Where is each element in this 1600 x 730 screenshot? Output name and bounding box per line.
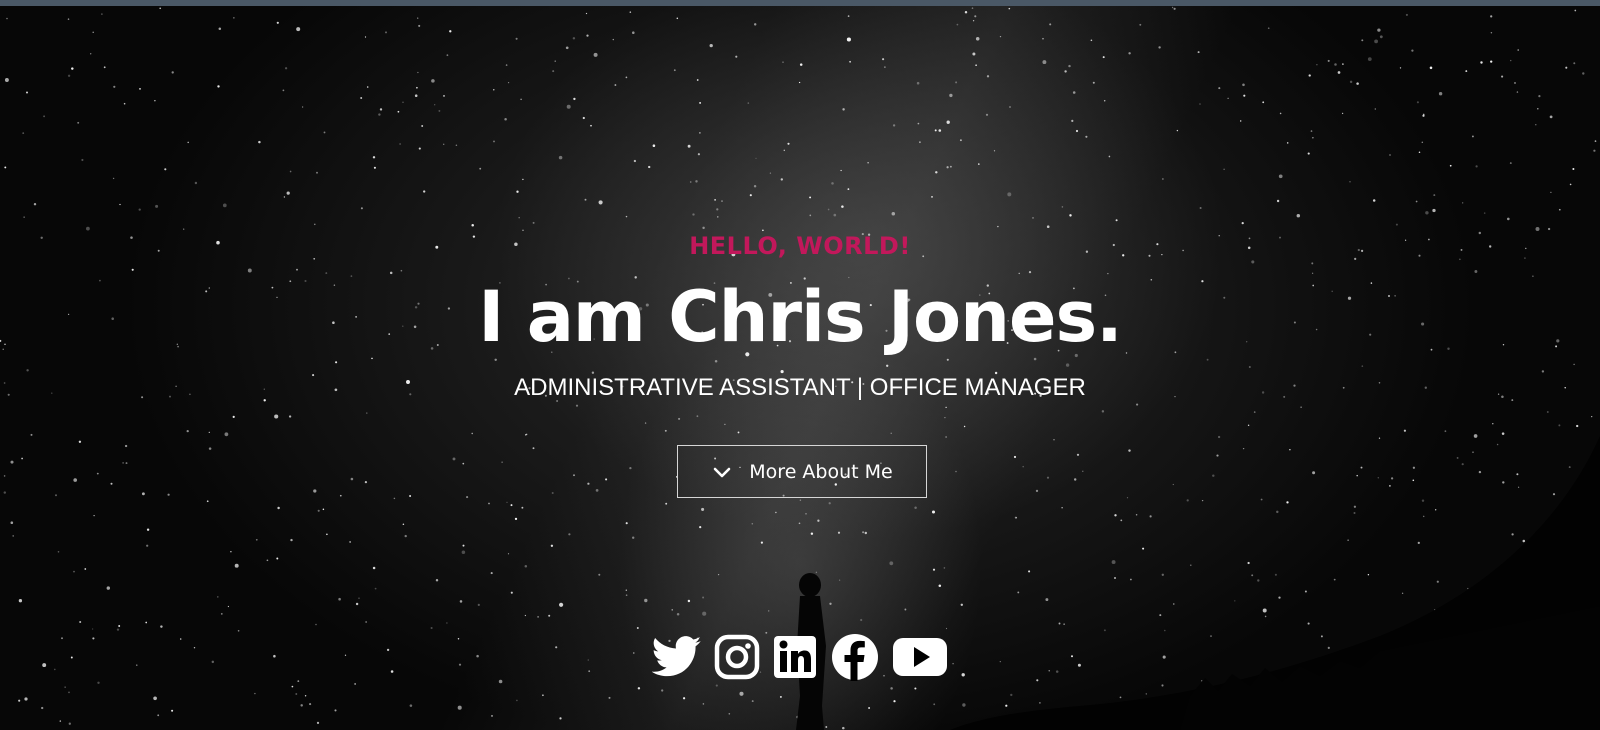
greeting-text: HELLO, WORLD! bbox=[689, 232, 911, 260]
hero-title: I am Chris Jones. bbox=[478, 276, 1122, 358]
more-about-me-label: More About Me bbox=[749, 460, 893, 483]
more-about-me-button[interactable]: More About Me bbox=[677, 445, 927, 498]
hero-section: HELLO, WORLD! I am Chris Jones. ADMINIST… bbox=[0, 6, 1600, 730]
youtube-icon[interactable] bbox=[892, 636, 948, 678]
linkedin-icon[interactable] bbox=[772, 634, 818, 680]
hero-subtitle: ADMINISTRATIVE ASSISTANT | OFFICE MANAGE… bbox=[514, 374, 1086, 401]
hero-content: HELLO, WORLD! I am Chris Jones. ADMINIST… bbox=[0, 6, 1600, 730]
instagram-icon[interactable] bbox=[714, 634, 760, 680]
facebook-icon[interactable] bbox=[830, 632, 880, 682]
chevron-down-icon bbox=[711, 461, 733, 483]
social-links bbox=[0, 632, 1600, 682]
twitter-icon[interactable] bbox=[652, 636, 702, 678]
